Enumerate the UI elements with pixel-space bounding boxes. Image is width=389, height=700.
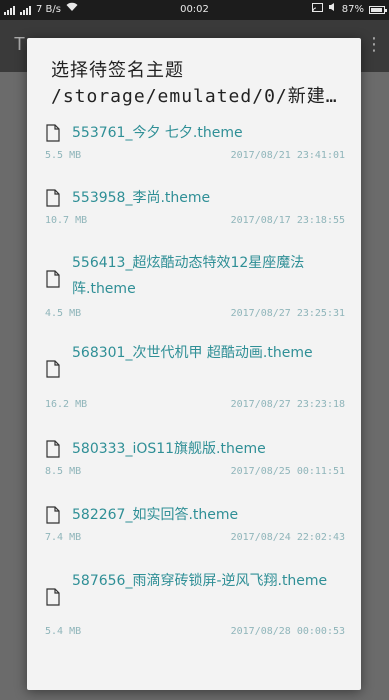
file-meta: 16.2 MB 2017/08/27 23:23:18 — [45, 398, 345, 412]
file-item[interactable]: 587656_雨滴穿砖锁屏-逆风飞翔.theme 5.4 MB 2017/08/… — [27, 564, 361, 644]
overflow-menu-icon: ⋮ — [365, 34, 383, 55]
file-name: 553761_今夕 七夕.theme — [72, 125, 243, 141]
file-icon — [46, 440, 60, 458]
file-icon — [46, 189, 60, 207]
file-size: 5.5 MB — [45, 150, 82, 161]
file-item[interactable]: 580333_iOS11旗舰版.theme 8.5 MB 2017/08/25 … — [27, 432, 361, 480]
file-meta: 4.5 MB 2017/08/27 23:25:31 — [45, 307, 345, 321]
file-name: 568301_次世代机甲 超酷动画.theme — [72, 345, 313, 361]
file-size: 16.2 MB — [45, 399, 88, 410]
file-date: 2017/08/25 00:11:51 — [230, 466, 345, 477]
file-item[interactable]: 568301_次世代机甲 超酷动画.theme 16.2 MB 2017/08/… — [27, 336, 361, 416]
file-date: 2017/08/21 23:41:01 — [230, 150, 345, 161]
file-size: 8.5 MB — [45, 466, 82, 477]
file-meta: 5.4 MB 2017/08/28 00:00:53 — [45, 625, 345, 639]
file-item[interactable]: 556413_超炫酷动态特效12星座魔法阵.theme 4.5 MB 2017/… — [27, 246, 361, 326]
file-meta: 7.4 MB 2017/08/24 22:02:43 — [45, 531, 345, 545]
file-icon — [46, 124, 60, 142]
status-right: 87% — [311, 0, 387, 20]
file-icon — [46, 506, 60, 524]
file-size: 10.7 MB — [45, 215, 88, 226]
background-app-title: T — [14, 34, 25, 54]
file-meta: 10.7 MB 2017/08/17 23:18:55 — [45, 214, 345, 228]
status-bar: 7 B/s 00:02 87% — [0, 0, 389, 20]
file-item[interactable]: 553958_李尚.theme 10.7 MB 2017/08/17 23:18… — [27, 183, 361, 231]
file-size: 7.4 MB — [45, 532, 82, 543]
file-date: 2017/08/27 23:23:18 — [230, 399, 345, 410]
dialog-title: 选择待签名主题 /storage/emulated/0/新建文… — [51, 58, 351, 110]
dialog-title-text: 选择待签名主题 — [51, 60, 184, 81]
file-name: 553958_李尚.theme — [72, 190, 211, 206]
file-icon — [46, 360, 60, 378]
file-picker-dialog: 选择待签名主题 /storage/emulated/0/新建文… 553761_… — [27, 38, 361, 690]
battery-percent: 87% — [341, 4, 364, 15]
file-name: 556413_超炫酷动态特效12星座魔法阵.theme — [72, 255, 305, 297]
file-item[interactable]: 582267_如实回答.theme 7.4 MB 2017/08/24 22:0… — [27, 498, 361, 546]
file-meta: 5.5 MB 2017/08/21 23:41:01 — [45, 149, 345, 163]
cast-icon — [311, 0, 323, 20]
file-size: 4.5 MB — [45, 308, 82, 319]
battery-icon — [369, 6, 387, 14]
file-date: 2017/08/28 00:00:53 — [230, 626, 345, 637]
file-name: 580333_iOS11旗舰版.theme — [72, 441, 266, 457]
mute-icon — [328, 0, 337, 20]
file-size: 5.4 MB — [45, 626, 82, 637]
file-meta: 8.5 MB 2017/08/25 00:11:51 — [45, 465, 345, 479]
file-name: 582267_如实回答.theme — [72, 507, 239, 523]
dialog-path: /storage/emulated/0/新建文… — [51, 86, 351, 107]
file-date: 2017/08/27 23:25:31 — [230, 308, 345, 319]
file-name: 587656_雨滴穿砖锁屏-逆风飞翔.theme — [72, 573, 328, 589]
file-icon — [46, 588, 60, 606]
file-icon — [46, 270, 60, 288]
file-item[interactable]: 553761_今夕 七夕.theme 5.5 MB 2017/08/21 23:… — [27, 116, 361, 164]
file-date: 2017/08/17 23:18:55 — [230, 215, 345, 226]
file-date: 2017/08/24 22:02:43 — [230, 532, 345, 543]
